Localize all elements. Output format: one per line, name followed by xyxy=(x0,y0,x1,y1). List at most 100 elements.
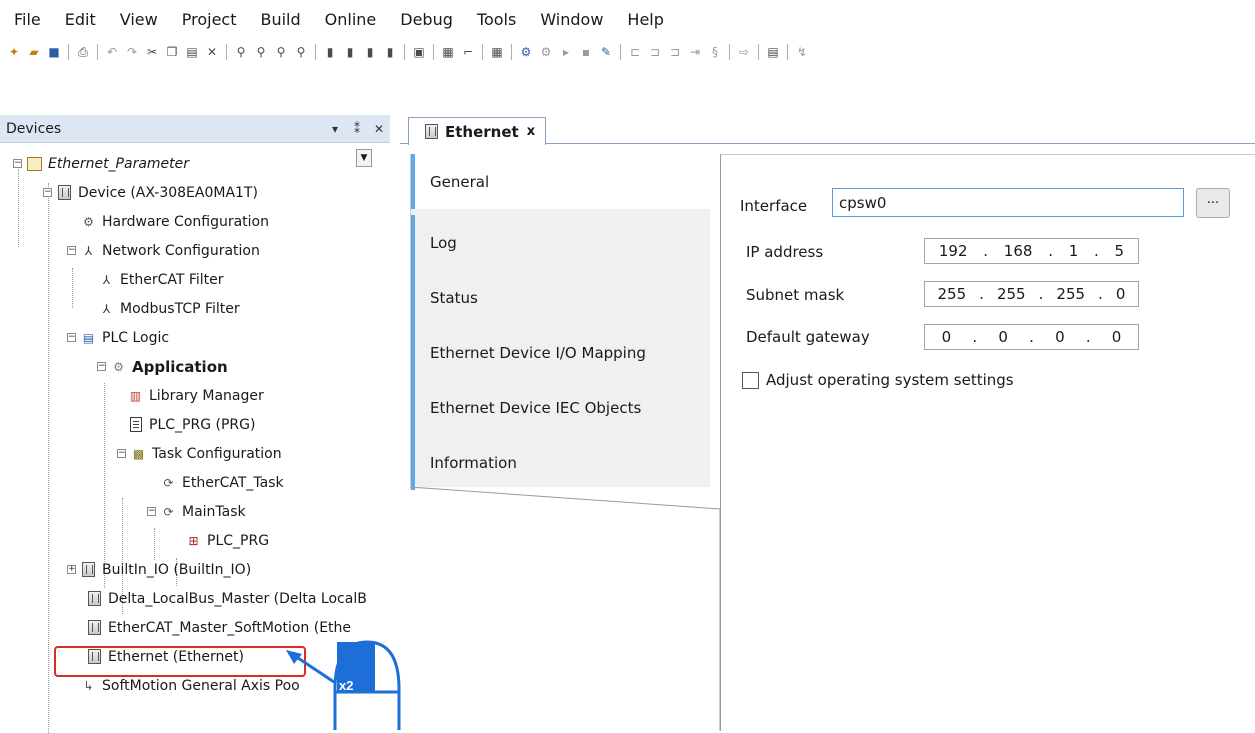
delete-icon[interactable]: ✕ xyxy=(203,43,221,61)
save-icon[interactable]: ■ xyxy=(45,43,63,61)
force-values-icon[interactable]: ▤ xyxy=(764,43,782,61)
clipboard-icon[interactable]: ▣ xyxy=(410,43,428,61)
subnet-octet[interactable]: 0 xyxy=(1116,285,1126,303)
menu-tools[interactable]: Tools xyxy=(475,8,518,31)
tree-item-application[interactable]: − ⚙ Application xyxy=(0,352,390,381)
add-folder-icon[interactable]: ⌐ xyxy=(459,43,477,61)
tree-item-ethercat-task[interactable]: ⟳ EtherCAT_Task xyxy=(0,468,390,497)
pane-close-icon[interactable]: ✕ xyxy=(368,122,390,136)
set-next-statement-icon[interactable]: § xyxy=(706,43,724,61)
stop-icon[interactable]: ▪ xyxy=(577,43,595,61)
collapse-toggle[interactable]: − xyxy=(13,159,22,168)
tab-status[interactable]: Status xyxy=(411,270,711,325)
tree-item-plc-prg-call[interactable]: ⊞ PLC_PRG xyxy=(0,526,390,555)
find-icon[interactable]: ⚲ xyxy=(232,43,250,61)
bookmark-icon[interactable]: ▮ xyxy=(321,43,339,61)
open-project-icon[interactable]: ▰ xyxy=(25,43,43,61)
expand-toggle[interactable]: + xyxy=(67,565,76,574)
adjust-os-settings-checkbox[interactable] xyxy=(742,372,759,389)
tree-item-ethercat-filter[interactable]: ⅄ EtherCAT Filter xyxy=(0,265,390,294)
ip-octet[interactable]: 1 xyxy=(1069,242,1079,260)
tab-io-mapping[interactable]: Ethernet Device I/O Mapping xyxy=(411,325,711,380)
subnet-mask-field[interactable]: 255. 255. 255. 0 xyxy=(924,281,1139,307)
step-over-icon[interactable]: ⊏ xyxy=(626,43,644,61)
bookmark-prev-icon[interactable]: ▮ xyxy=(361,43,379,61)
collapse-toggle[interactable]: − xyxy=(67,333,76,342)
menu-file[interactable]: File xyxy=(12,8,43,31)
menu-view[interactable]: View xyxy=(118,8,160,31)
pane-pin-icon[interactable]: ⁑ xyxy=(346,122,368,136)
collapse-toggle[interactable]: − xyxy=(147,507,156,516)
bookmark-clear-icon[interactable]: ▮ xyxy=(381,43,399,61)
subnet-octet[interactable]: 255 xyxy=(997,285,1026,303)
write-values-icon[interactable]: ↯ xyxy=(793,43,811,61)
build-icon[interactable]: ▦ xyxy=(488,43,506,61)
add-object-icon[interactable]: ▦ xyxy=(439,43,457,61)
tree-item-library-manager[interactable]: ▥ Library Manager xyxy=(0,381,390,410)
tab-general[interactable]: General xyxy=(411,154,711,209)
default-gateway-field[interactable]: 0. 0. 0. 0 xyxy=(924,324,1139,350)
show-current-statement-icon[interactable]: ⇨ xyxy=(735,43,753,61)
replace-icon[interactable]: ⚲ xyxy=(272,43,290,61)
menu-project[interactable]: Project xyxy=(180,8,239,31)
menu-edit[interactable]: Edit xyxy=(63,8,98,31)
tree-item-maintask[interactable]: − ⟳ MainTask xyxy=(0,497,390,526)
tree-item-project[interactable]: − Ethernet_Parameter xyxy=(0,149,390,178)
copy-icon[interactable]: ❐ xyxy=(163,43,181,61)
tab-close-icon[interactable]: x xyxy=(527,124,535,139)
subnet-mask-label: Subnet mask xyxy=(746,286,845,304)
ip-octet[interactable]: 5 xyxy=(1115,242,1125,260)
step-out-icon[interactable]: ⊐ xyxy=(666,43,684,61)
paste-icon[interactable]: ▤ xyxy=(183,43,201,61)
tab-information[interactable]: Information xyxy=(411,435,711,490)
gateway-octet[interactable]: 0 xyxy=(1055,328,1065,346)
tree-item-modbustcp-filter[interactable]: ⅄ ModbusTCP Filter xyxy=(0,294,390,323)
bookmark-next-icon[interactable]: ▮ xyxy=(341,43,359,61)
collapse-toggle[interactable]: − xyxy=(43,188,52,197)
run-to-cursor-icon[interactable]: ⇥ xyxy=(686,43,704,61)
login-icon[interactable]: ⚙ xyxy=(517,43,535,61)
subnet-octet[interactable]: 255 xyxy=(938,285,967,303)
tree-item-device[interactable]: − Device (AX-308EA0MA1T) xyxy=(0,178,390,207)
menu-online[interactable]: Online xyxy=(323,8,379,31)
gateway-octet[interactable]: 0 xyxy=(1112,328,1122,346)
tab-log[interactable]: Log xyxy=(411,215,711,270)
collapse-toggle[interactable]: − xyxy=(117,449,126,458)
ip-address-field[interactable]: 192. 168. 1. 5 xyxy=(924,238,1139,264)
subnet-octet[interactable]: 255 xyxy=(1056,285,1085,303)
collapse-toggle[interactable]: − xyxy=(97,362,106,371)
pane-menu-icon[interactable]: ▾ xyxy=(324,122,346,136)
undo-icon[interactable]: ↶ xyxy=(103,43,121,61)
tree-item-network-configuration[interactable]: − ⅄ Network Configuration xyxy=(0,236,390,265)
collapse-toggle[interactable]: − xyxy=(67,246,76,255)
tree-item-task-configuration[interactable]: − ▩ Task Configuration xyxy=(0,439,390,468)
print-icon[interactable]: ⎙ xyxy=(74,43,92,61)
task-configuration-icon: ▩ xyxy=(132,446,145,461)
tree-item-plc-logic[interactable]: − ▤ PLC Logic xyxy=(0,323,390,352)
tab-ethernet[interactable]: Ethernet x xyxy=(408,117,546,145)
menu-help[interactable]: Help xyxy=(625,8,665,31)
menu-debug[interactable]: Debug xyxy=(398,8,455,31)
gateway-octet[interactable]: 0 xyxy=(998,328,1008,346)
step-into-icon[interactable]: ⊐ xyxy=(646,43,664,61)
tree-item-delta-localbus-master[interactable]: Delta_LocalBus_Master (Delta LocalB xyxy=(0,584,390,613)
tree-item-hardware-configuration[interactable]: ⚙ Hardware Configuration xyxy=(0,207,390,236)
gateway-octet[interactable]: 0 xyxy=(942,328,952,346)
tree-item-builtin-io[interactable]: + BuiltIn_IO (BuiltIn_IO) xyxy=(0,555,390,584)
redo-icon[interactable]: ↷ xyxy=(123,43,141,61)
tree-item-plc-prg[interactable]: PLC_PRG (PRG) xyxy=(0,410,390,439)
cut-icon[interactable]: ✂ xyxy=(143,43,161,61)
interface-field[interactable]: cpsw0 xyxy=(832,188,1184,217)
tab-iec-objects[interactable]: Ethernet Device IEC Objects xyxy=(411,380,711,435)
reset-icon[interactable]: ✎ xyxy=(597,43,615,61)
logout-icon[interactable]: ⚙ xyxy=(537,43,555,61)
menu-build[interactable]: Build xyxy=(258,8,302,31)
ip-octet[interactable]: 192 xyxy=(939,242,968,260)
ip-octet[interactable]: 168 xyxy=(1004,242,1033,260)
start-icon[interactable]: ▸ xyxy=(557,43,575,61)
menu-window[interactable]: Window xyxy=(538,8,605,31)
replace-all-icon[interactable]: ⚲ xyxy=(292,43,310,61)
new-project-icon[interactable]: ✦ xyxy=(5,43,23,61)
interface-browse-button[interactable]: ... xyxy=(1196,188,1230,218)
find-next-icon[interactable]: ⚲ xyxy=(252,43,270,61)
